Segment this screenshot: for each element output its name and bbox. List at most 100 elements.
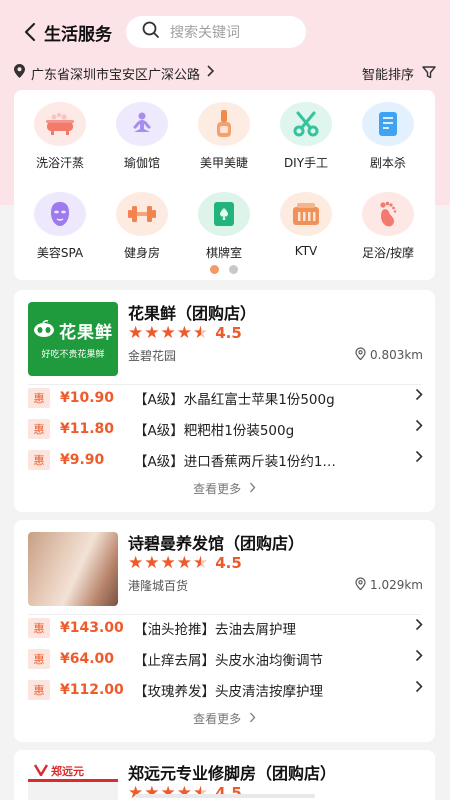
store-name[interactable]: 诗碧曼养发馆（团购店） <box>128 530 304 554</box>
deal-price: ¥11.80 <box>60 421 115 437</box>
chevron-right-icon <box>249 712 256 726</box>
store-distance: 1.029km <box>355 577 423 593</box>
category-label: 美甲美睫 <box>199 156 248 170</box>
brand-logo-icon <box>33 762 49 780</box>
page-indicator <box>210 265 238 274</box>
category-gym[interactable]: 健身房 <box>101 192 183 261</box>
foot-icon <box>362 192 414 236</box>
chevron-right-icon <box>415 388 423 405</box>
deal-price: ¥64.00 <box>60 651 115 667</box>
star-icon: ★ <box>128 553 144 573</box>
search-placeholder: 搜索关键词 <box>170 25 240 41</box>
star-icon: ★ <box>128 323 144 343</box>
rating-value: 4.5 <box>215 554 242 572</box>
half-star-icon: ★ <box>193 553 209 573</box>
smart-sort-button[interactable]: 智能排序 <box>362 64 414 83</box>
discount-badge: 惠 <box>28 680 50 700</box>
deal-row[interactable]: 惠 ¥112.00 【玫瑰养发】头皮清洁按摩护理 <box>28 678 423 702</box>
store-logo: 花果鲜 好吃不贵花果鲜 <box>28 302 118 376</box>
nail-polish-icon <box>198 102 250 146</box>
divider <box>28 384 421 385</box>
chevron-right-icon[interactable] <box>206 65 215 81</box>
deal-name: 【玫瑰养发】头皮清洁按摩护理 <box>134 684 323 700</box>
face-mask-icon <box>34 192 86 236</box>
logo-text: 郑远元 <box>51 764 84 778</box>
store-area: 港隆城百货 <box>128 579 189 593</box>
deal-name: 【油头抢推】去油去屑护理 <box>134 622 296 638</box>
page-dot[interactable] <box>229 265 238 274</box>
chevron-right-icon <box>415 419 423 436</box>
star-icon: ★ <box>144 323 160 343</box>
filter-icon[interactable] <box>422 65 436 83</box>
discount-badge: 惠 <box>28 649 50 669</box>
distance-value: 1.029km <box>370 578 423 592</box>
star-icon: ★ <box>160 553 176 573</box>
category-nail[interactable]: 美甲美睫 <box>183 102 265 171</box>
discount-badge: 惠 <box>28 419 50 439</box>
category-grid: 洗浴汗蒸 瑜伽馆 美甲美睫 DIY手工 剧本杀 美容SPA 健身房 棋牌室 KT… <box>14 90 435 280</box>
category-label: 棋牌室 <box>205 246 242 260</box>
category-script[interactable]: 剧本杀 <box>347 102 429 171</box>
deal-row[interactable]: 惠 ¥9.90 【A级】进口香蕉两斤装1份约1… <box>28 448 423 472</box>
category-label: DIY手工 <box>283 156 329 170</box>
search-input[interactable]: 搜索关键词 <box>126 16 306 48</box>
category-label: 美容SPA <box>36 246 84 260</box>
star-icon: ★ <box>144 553 160 573</box>
location-pin-icon <box>355 347 366 363</box>
rating-value: 4.5 <box>215 324 242 342</box>
category-bath[interactable]: 洗浴汗蒸 <box>19 102 101 171</box>
chevron-right-icon <box>415 649 423 666</box>
category-chess[interactable]: 棋牌室 <box>183 192 265 261</box>
deal-name: 【A级】粑粑柑1份装500g <box>134 423 295 439</box>
dumbbell-icon <box>116 192 168 236</box>
store-card[interactable]: 诗碧曼养发馆（团购店） ★ ★ ★ ★ ★ 4.5 港隆城百货 1.029km … <box>14 520 435 742</box>
deal-name: 【止痒去屑】头皮水油均衡调节 <box>134 653 323 669</box>
discount-badge: 惠 <box>28 388 50 408</box>
store-card[interactable]: 花果鲜 好吃不贵花果鲜 花果鲜（团购店） ★ ★ ★ ★ ★ 4.5 金碧花园 … <box>14 290 435 512</box>
deal-row[interactable]: 惠 ¥11.80 【A级】粑粑柑1份装500g <box>28 417 423 441</box>
category-label: 瑜伽馆 <box>123 156 160 170</box>
category-ktv[interactable]: KTV <box>265 192 347 258</box>
logo-text: 花果鲜 <box>59 323 113 343</box>
page-dot-active[interactable] <box>210 265 219 274</box>
view-more-button[interactable]: 查看更多 <box>14 710 435 727</box>
logo-slogan: 好吃不贵花果鲜 <box>41 350 105 360</box>
category-label: 洗浴汗蒸 <box>35 156 84 170</box>
store-name[interactable]: 郑远元专业修脚房（团购店） <box>128 760 336 784</box>
cards-icon <box>198 192 250 236</box>
divider <box>28 614 421 615</box>
view-more-button[interactable]: 查看更多 <box>14 480 435 497</box>
category-label: 足浴/按摩 <box>361 246 415 260</box>
half-star-icon: ★ <box>193 323 209 343</box>
chevron-right-icon <box>249 482 256 496</box>
star-icon: ★ <box>176 323 192 343</box>
star-icon: ★ <box>176 553 192 573</box>
deal-price: ¥112.00 <box>60 682 124 698</box>
category-label: KTV <box>294 244 318 258</box>
store-name[interactable]: 花果鲜（团购店） <box>128 300 256 324</box>
bathtub-icon <box>34 102 86 146</box>
store-logo: 郑远元 <box>28 762 118 800</box>
location-address[interactable]: 广东省深圳市宝安区广深公路 <box>31 64 200 83</box>
page-title: 生活服务 <box>44 24 112 45</box>
category-foot-massage[interactable]: 足浴/按摩 <box>347 192 429 261</box>
distance-value: 0.803km <box>370 348 423 362</box>
ktv-icon <box>280 192 332 236</box>
search-icon <box>142 21 160 43</box>
store-card[interactable]: 郑远元 郑远元专业修脚房（团购店） ★ ★ ★ ★ ★ 4.5 <box>14 750 435 800</box>
category-diy[interactable]: DIY手工 <box>265 102 347 171</box>
chevron-right-icon <box>415 450 423 467</box>
deal-row[interactable]: 惠 ¥143.00 【油头抢推】去油去屑护理 <box>28 616 423 640</box>
deal-row[interactable]: 惠 ¥64.00 【止痒去屑】头皮水油均衡调节 <box>28 647 423 671</box>
location-pin-icon <box>14 64 25 82</box>
star-icon: ★ <box>160 323 176 343</box>
category-yoga[interactable]: 瑜伽馆 <box>101 102 183 171</box>
store-rating: ★ ★ ★ ★ ★ 4.5 <box>128 323 242 343</box>
chevron-left-icon[interactable] <box>20 17 40 47</box>
view-more-label: 查看更多 <box>193 712 242 726</box>
category-spa[interactable]: 美容SPA <box>19 192 101 261</box>
deal-price: ¥143.00 <box>60 620 124 636</box>
deal-name: 【A级】水晶红富士苹果1份500g <box>134 392 335 408</box>
category-label: 剧本杀 <box>369 156 406 170</box>
deal-row[interactable]: 惠 ¥10.90 【A级】水晶红富士苹果1份500g <box>28 386 423 410</box>
